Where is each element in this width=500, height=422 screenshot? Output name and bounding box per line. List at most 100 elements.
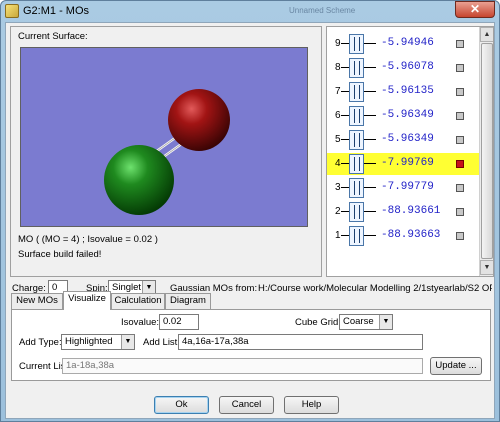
cube-grid-dropdown[interactable]: Coarse ▼ — [339, 314, 393, 330]
mo-list-scrollbar[interactable]: ▲ ▼ — [479, 27, 493, 276]
carbon-atom — [104, 145, 174, 215]
mo-select-checkbox[interactable] — [456, 112, 464, 120]
mo-info-text: MO ( (MO = 4) ; Isovalue = 0.02 ) — [18, 234, 158, 245]
mo-select-checkbox[interactable] — [456, 160, 464, 168]
level-line — [341, 91, 349, 92]
mo-energy: -5.96135 — [381, 85, 434, 97]
scroll-down-arrow-icon[interactable]: ▼ — [480, 260, 493, 275]
visualize-tab-panel: Isovalue: 0.02 Cube Grid: Coarse ▼ Add T… — [11, 309, 491, 381]
cancel-button[interactable]: Cancel — [219, 396, 274, 414]
mo-select-checkbox[interactable] — [456, 40, 464, 48]
electron-pair-icon — [349, 178, 364, 198]
background-window-title: Unnamed Scheme — [289, 6, 356, 15]
mo-energy: -5.94946 — [381, 37, 434, 49]
close-button[interactable]: ✕ — [455, 1, 495, 18]
level-line — [364, 139, 376, 140]
gaussview-app-icon — [5, 4, 19, 18]
cube-grid-label: Cube Grid: — [295, 317, 341, 328]
add-list-label: Add List: — [143, 337, 180, 348]
mo-row[interactable]: 2 -88.93661 — [327, 201, 479, 223]
electron-pair-icon — [349, 202, 364, 222]
mo-energy-list: 9 -5.94946 8 -5.96078 7 -5.96135 6 -5.96349 5 -5.… — [326, 26, 494, 277]
level-line — [341, 43, 349, 44]
molecule-viewport[interactable] — [20, 47, 308, 227]
level-line — [364, 91, 376, 92]
current-list-field: 1a-18a,38a — [62, 358, 423, 374]
isovalue-label: Isovalue: — [121, 317, 160, 328]
update-button[interactable]: Update ... — [430, 357, 482, 375]
mo-row[interactable]: 5 -5.96349 — [327, 129, 479, 151]
level-line — [341, 187, 349, 188]
tab-calculation[interactable]: Calculation — [111, 293, 165, 309]
mo-row[interactable]: 4 -7.99769 — [327, 153, 479, 175]
mo-select-checkbox[interactable] — [456, 136, 464, 144]
electron-pair-icon — [349, 106, 364, 126]
mo-number: 6 — [335, 110, 341, 121]
mo-select-checkbox[interactable] — [456, 184, 464, 192]
mo-row[interactable]: 8 -5.96078 — [327, 57, 479, 79]
mo-number: 4 — [335, 158, 341, 169]
window-title: G2:M1 - MOs — [23, 5, 90, 17]
tab-diagram[interactable]: Diagram — [165, 293, 211, 309]
add-type-label: Add Type: — [19, 337, 62, 348]
scroll-thumb[interactable] — [481, 43, 493, 259]
level-line — [341, 115, 349, 116]
mo-number: 3 — [335, 182, 341, 193]
level-line — [341, 235, 349, 236]
add-type-dropdown[interactable]: Highlighted ▼ — [61, 334, 135, 350]
gaussian-file-path: H:/Course work/Molecular Modelling 2/1st… — [258, 283, 492, 294]
level-line — [364, 235, 376, 236]
mo-energy: -88.93661 — [381, 205, 441, 217]
electron-pair-icon — [349, 58, 364, 78]
level-line — [364, 211, 376, 212]
mo-number: 9 — [335, 38, 341, 49]
mo-energy: -7.99779 — [381, 181, 434, 193]
level-line — [364, 67, 376, 68]
mo-select-checkbox[interactable] — [456, 208, 464, 216]
mo-select-checkbox[interactable] — [456, 88, 464, 96]
mo-row[interactable]: 9 -5.94946 — [327, 33, 479, 55]
electron-pair-icon — [349, 34, 364, 54]
mo-number: 5 — [335, 134, 341, 145]
spin-value: Singlet — [112, 282, 142, 293]
mo-row[interactable]: 1 -88.93663 — [327, 225, 479, 247]
mo-number: 2 — [335, 206, 341, 217]
level-line — [364, 187, 376, 188]
cube-grid-value: Coarse — [343, 316, 374, 327]
current-surface-label: Current Surface: — [18, 31, 88, 42]
mo-number: 8 — [335, 62, 341, 73]
title-bar[interactable]: G2:M1 - MOs Unnamed Scheme ✕ — [1, 1, 499, 21]
mo-row[interactable]: 3 -7.99779 — [327, 177, 479, 199]
tab-new-mos[interactable]: New MOs — [11, 293, 63, 309]
help-button[interactable]: Help — [284, 396, 339, 414]
mo-row[interactable]: 7 -5.96135 — [327, 81, 479, 103]
level-line — [341, 67, 349, 68]
mos-window: G2:M1 - MOs Unnamed Scheme ✕ Current Sur… — [0, 0, 500, 422]
mo-energy: -88.93663 — [381, 229, 441, 241]
level-line — [341, 139, 349, 140]
mo-number: 7 — [335, 86, 341, 97]
level-line — [341, 211, 349, 212]
chevron-down-icon[interactable]: ▼ — [379, 315, 392, 329]
ok-button[interactable]: Ok — [154, 396, 209, 414]
tab-visualize[interactable]: Visualize — [63, 291, 111, 310]
level-line — [364, 43, 376, 44]
electron-pair-icon — [349, 154, 364, 174]
add-list-field[interactable]: 4a,16a-17a,38a — [178, 334, 423, 350]
surface-status-text: Surface build failed! — [18, 249, 102, 260]
mo-number: 1 — [335, 230, 341, 241]
mo-energy: -5.96078 — [381, 61, 434, 73]
molecule-render — [104, 89, 230, 215]
scroll-up-arrow-icon[interactable]: ▲ — [480, 27, 493, 42]
electron-pair-icon — [349, 226, 364, 246]
mo-energy: -5.96349 — [381, 109, 434, 121]
level-line — [364, 115, 376, 116]
isovalue-field[interactable]: 0.02 — [159, 314, 199, 330]
mo-row[interactable]: 6 -5.96349 — [327, 105, 479, 127]
chevron-down-icon[interactable]: ▼ — [121, 335, 134, 349]
mo-select-checkbox[interactable] — [456, 64, 464, 72]
electron-pair-icon — [349, 130, 364, 150]
mo-select-checkbox[interactable] — [456, 232, 464, 240]
mo-energy: -7.99769 — [381, 157, 434, 169]
surface-panel: Current Surface: MO ((MO = 4) ; Isovalu… — [10, 26, 322, 277]
